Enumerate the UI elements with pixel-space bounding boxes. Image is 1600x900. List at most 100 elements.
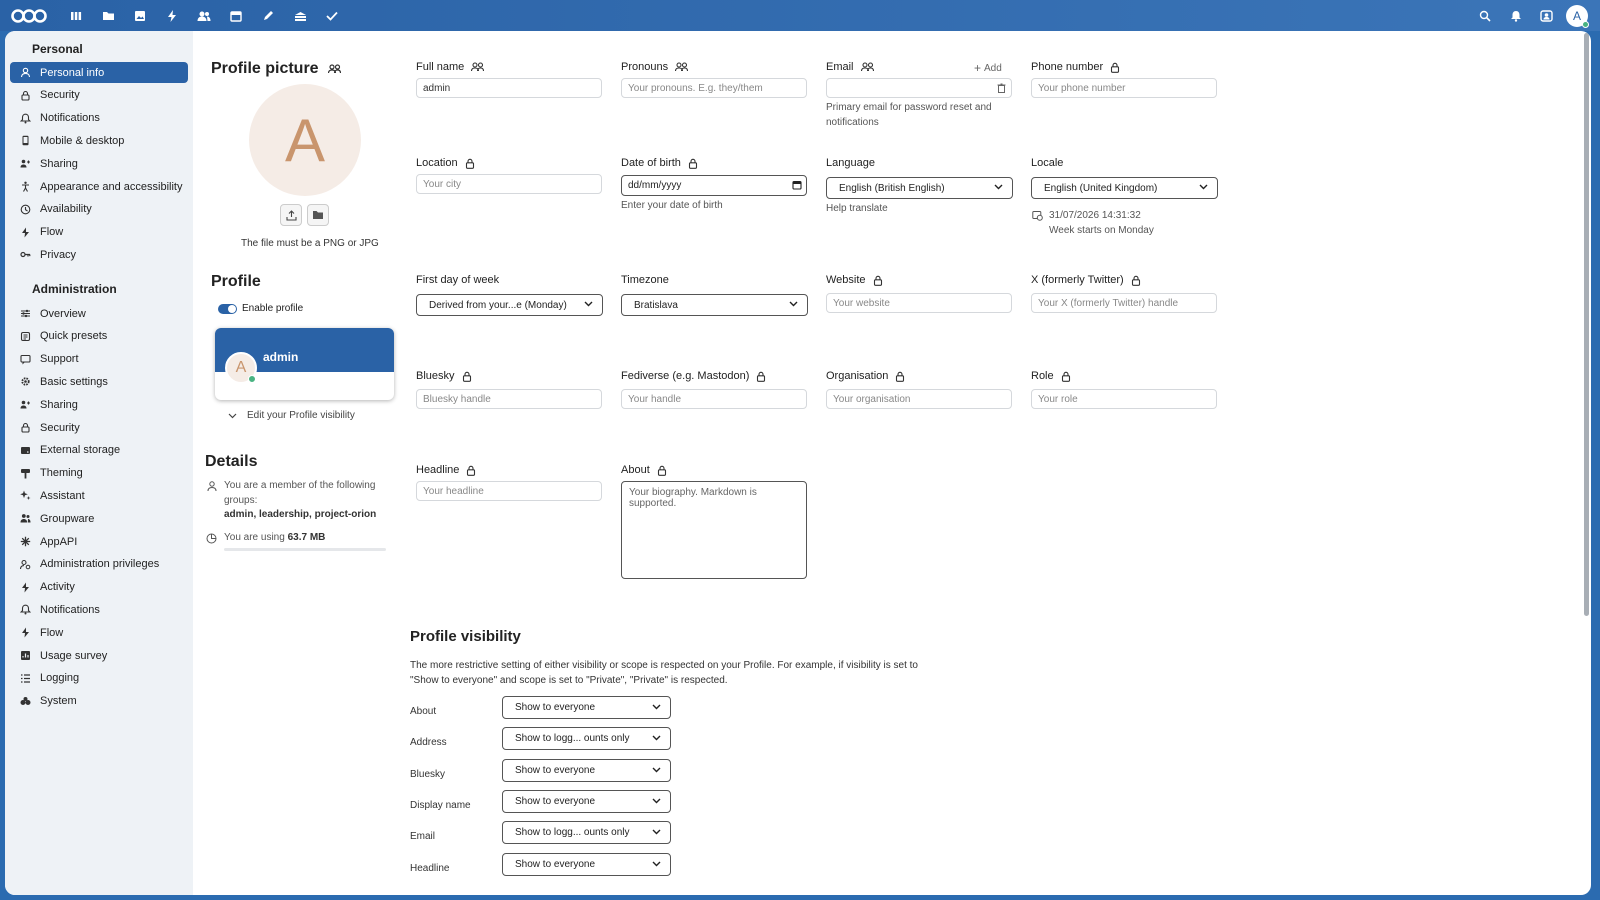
visibility-select-bluesky[interactable]: Show to everyone <box>502 758 671 782</box>
visibility-select-display-name[interactable]: Show to everyone <box>502 789 671 813</box>
fediverse-input[interactable]: Your handle <box>621 389 807 409</box>
pronouns-input[interactable]: Your pronouns. E.g. they/them <box>621 78 807 98</box>
sidebar-item-admin-assistant[interactable]: Assistant <box>10 485 188 506</box>
profile-picture-title: Profile picture <box>211 60 341 78</box>
lock-icon[interactable] <box>873 275 883 286</box>
federation-scope-icon[interactable] <box>327 64 341 74</box>
first_day-label: First day of week <box>416 274 500 286</box>
sidebar-item-admin-system[interactable]: System <box>10 691 188 712</box>
federation-scope-icon[interactable] <box>860 62 874 72</box>
lock-icon[interactable] <box>462 371 472 382</box>
organisation-input[interactable]: Your organisation <box>826 389 1012 409</box>
language-label: Language <box>826 157 875 169</box>
sidebar-item-admin-basic-settings[interactable]: Basic settings <box>10 371 188 392</box>
federation-scope-icon[interactable] <box>675 62 689 72</box>
sidebar-item-admin-security[interactable]: Security <box>10 417 188 438</box>
visibility-select-about[interactable]: Show to everyone <box>502 696 671 719</box>
headline-input[interactable]: Your headline <box>416 481 602 501</box>
lock-icon[interactable] <box>465 158 475 169</box>
sidebar-item-admin-notifications[interactable]: Notifications <box>10 599 188 620</box>
website-input[interactable]: Your website <box>826 293 1012 313</box>
lock-icon[interactable] <box>466 465 476 476</box>
date-of-birth-input[interactable]: dd/mm/yyyy <box>621 175 807 196</box>
sidebar-item-admin-activity[interactable]: Activity <box>10 577 188 598</box>
contacts-menu-icon[interactable] <box>1531 0 1562 31</box>
profile-preview-card[interactable]: admin A <box>215 328 394 400</box>
edit-profile-visibility-toggle[interactable]: Edit your Profile visibility <box>228 410 355 421</box>
scrollbar[interactable] <box>1584 33 1589 616</box>
lock-icon[interactable] <box>1131 275 1141 286</box>
email-input[interactable] <box>826 78 1012 98</box>
federation-scope-icon[interactable] <box>471 62 485 72</box>
sidebar-item-personal-appearance-and-accessibility[interactable]: Appearance and accessibility <box>10 176 188 197</box>
location-input[interactable]: Your city <box>416 174 602 194</box>
timezone-select[interactable]: Bratislava <box>621 294 808 316</box>
user-avatar[interactable]: A <box>1566 4 1589 28</box>
sidebar-item-admin-usage-survey[interactable]: Usage survey <box>10 645 188 666</box>
full_name-input[interactable]: admin <box>416 78 602 98</box>
files-icon[interactable] <box>92 0 124 31</box>
twitter-input[interactable]: Your X (formerly Twitter) handle <box>1031 293 1217 313</box>
search-icon[interactable] <box>1469 0 1500 31</box>
profile-visibility-title: Profile visibility <box>410 628 521 645</box>
activity-icon[interactable] <box>156 0 188 31</box>
dashboard-icon[interactable] <box>60 0 92 31</box>
visibility-select-headline[interactable]: Show to everyone <box>502 852 671 876</box>
choose-from-files-button[interactable] <box>307 204 329 226</box>
sidebar-item-personal-availability[interactable]: Availability <box>10 199 188 220</box>
nextcloud-logo-icon[interactable] <box>6 0 50 31</box>
toggle-switch <box>218 303 237 314</box>
sidebar-item-admin-support[interactable]: Support <box>10 349 188 370</box>
first_day-select[interactable]: Derived from your...e (Monday) <box>416 294 603 316</box>
sidebar-item-personal-flow[interactable]: Flow <box>10 222 188 243</box>
sidebar-item-admin-administration-privileges[interactable]: Administration privileges <box>10 554 188 575</box>
lock-icon[interactable] <box>756 371 766 382</box>
sidebar-item-personal-sharing[interactable]: Sharing <box>10 153 188 174</box>
app-menu <box>60 0 348 31</box>
lock-icon[interactable] <box>895 371 905 382</box>
role-input[interactable]: Your role <box>1031 389 1217 409</box>
sidebar-item-admin-appapi[interactable]: AppAPI <box>10 531 188 552</box>
sidebar-item-personal-security[interactable]: Security <box>10 85 188 106</box>
lock-icon[interactable] <box>1061 371 1071 382</box>
bluesky-input[interactable]: Bluesky handle <box>416 389 602 409</box>
notes-icon[interactable] <box>252 0 284 31</box>
lock-icon[interactable] <box>657 465 667 476</box>
sidebar-item-admin-theming[interactable]: Theming <box>10 463 188 484</box>
calendar-icon[interactable] <box>220 0 252 31</box>
deck-icon[interactable] <box>284 0 316 31</box>
visibility-select-address[interactable]: Show to logg... ounts only <box>502 727 671 751</box>
upload-avatar-button[interactable] <box>280 204 302 226</box>
sidebar-item-admin-groupware[interactable]: Groupware <box>10 508 188 529</box>
sidebar-item-personal-notifications[interactable]: Notifications <box>10 108 188 129</box>
delete-email-icon[interactable] <box>997 83 1006 93</box>
add-email-button[interactable]: + Add <box>974 61 1002 75</box>
phone-input[interactable]: Your phone number <box>1031 78 1217 98</box>
sidebar-item-admin-external-storage[interactable]: External storage <box>10 440 188 461</box>
sidebar-item-admin-logging[interactable]: Logging <box>10 668 188 689</box>
sidebar-item-personal-mobile-desktop[interactable]: Mobile & desktop <box>10 130 188 151</box>
sidebar-item-admin-overview[interactable]: Overview <box>10 303 188 324</box>
lock-icon[interactable] <box>688 158 698 169</box>
lock-icon <box>19 89 32 102</box>
plus-icon: + <box>974 61 982 75</box>
locale-select[interactable]: English (United Kingdom) <box>1031 177 1218 199</box>
visibility-select-email[interactable]: Show to logg... ounts only <box>502 821 671 845</box>
share-icon <box>19 398 32 411</box>
notifications-icon[interactable] <box>1500 0 1531 31</box>
photos-icon[interactable] <box>124 0 156 31</box>
sidebar-item-admin-sharing[interactable]: Sharing <box>10 394 188 415</box>
sidebar-item-personal-privacy[interactable]: Privacy <box>10 244 188 265</box>
chevron-down-icon <box>228 413 237 418</box>
contacts-icon[interactable] <box>188 0 220 31</box>
lock-icon[interactable] <box>1110 62 1120 73</box>
calendar-icon[interactable] <box>792 180 802 190</box>
tasks-icon[interactable] <box>316 0 348 31</box>
enable-profile-toggle[interactable]: Enable profile <box>218 303 303 314</box>
about-textarea[interactable]: Your biography. Markdown is supported. <box>621 481 807 579</box>
paint-icon <box>19 467 32 480</box>
sidebar-item-admin-flow[interactable]: Flow <box>10 622 188 643</box>
sidebar-item-admin-quick-presets[interactable]: Quick presets <box>10 326 188 347</box>
language-select[interactable]: English (British English) <box>826 177 1013 199</box>
sidebar-item-personal-personal-info[interactable]: Personal info <box>10 62 188 83</box>
